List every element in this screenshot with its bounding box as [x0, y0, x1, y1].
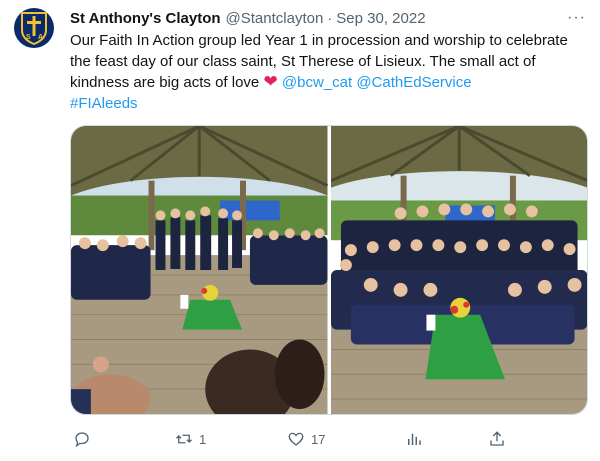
media-grid — [70, 125, 588, 415]
school-crest-icon: S A — [21, 12, 47, 46]
retweet-icon — [176, 434, 192, 444]
hashtag-fialeeds[interactable]: #FIAleeds — [70, 95, 138, 112]
mention-cathedservice[interactable]: @CathEdService — [356, 74, 471, 91]
views-icon — [408, 433, 421, 445]
share-icon — [490, 431, 504, 446]
photo-left[interactable] — [71, 126, 328, 414]
author-name[interactable]: St Anthony's Clayton — [70, 10, 221, 27]
svg-text:S: S — [26, 34, 31, 41]
photo-right[interactable] — [330, 126, 587, 414]
more-options-icon[interactable]: ··· — [567, 9, 586, 27]
avatar[interactable]: S A — [14, 8, 54, 48]
retweet-count: 1 — [199, 431, 207, 447]
mention-bcw-cat[interactable]: @bcw_cat — [282, 74, 352, 91]
like-icon — [288, 432, 304, 446]
gazebo-group-image — [330, 126, 587, 414]
author-handle[interactable]: @Stantclayton — [226, 10, 324, 27]
reply-button[interactable] — [73, 430, 91, 448]
heart-emoji: ❤ — [263, 72, 278, 91]
svg-text:A: A — [38, 34, 43, 41]
tweet-actions: 1 17 — [70, 428, 588, 450]
share-button[interactable] — [488, 430, 506, 448]
like-button[interactable]: 17 — [287, 430, 325, 448]
retweet-button[interactable]: 1 — [175, 430, 206, 448]
reply-icon — [75, 432, 89, 448]
tweet-header: St Anthony's Clayton @Stantclayton · Sep… — [70, 8, 586, 28]
tweet-text: Our Faith In Action group led Year 1 in … — [70, 31, 570, 114]
tweet-date[interactable]: Sep 30, 2022 — [336, 10, 425, 27]
separator-dot: · — [327, 9, 333, 27]
views-button[interactable] — [405, 430, 423, 448]
like-count: 17 — [311, 431, 326, 447]
gazebo-procession-image — [71, 126, 328, 414]
